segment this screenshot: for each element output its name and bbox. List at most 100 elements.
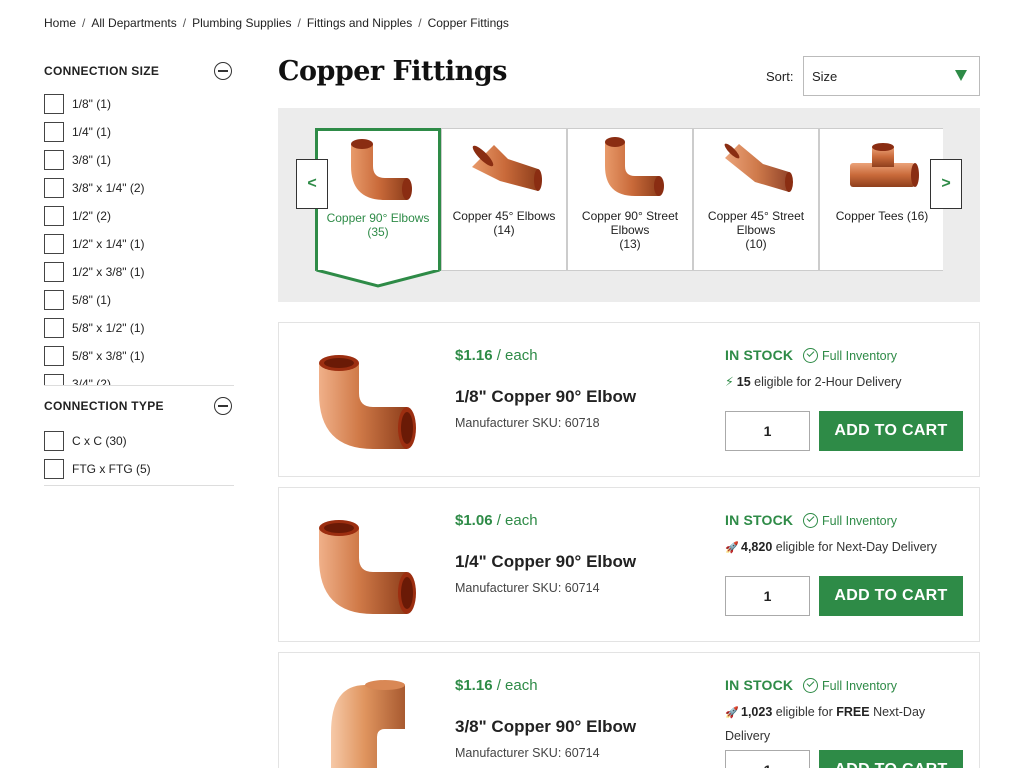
quantity-input[interactable]: 1 bbox=[725, 411, 810, 451]
filter-option[interactable]: 5/8" x 1/2" (1) bbox=[44, 314, 234, 342]
filter-option[interactable]: 3/8" (1) bbox=[44, 146, 234, 174]
checkbox[interactable] bbox=[44, 206, 64, 226]
category-name: Copper 45° Elbows bbox=[452, 209, 556, 223]
product-name[interactable]: 1/4" Copper 90° Elbow bbox=[455, 552, 636, 572]
facet-title: CONNECTION TYPE bbox=[44, 399, 164, 413]
delivery-free: FREE bbox=[836, 705, 870, 719]
connection-type-list: C x C (30) FTG x FTG (5) bbox=[44, 427, 234, 486]
category-strip: Copper 90° Elbows (35) Copper 45° Elbows(… bbox=[315, 128, 943, 273]
filter-option[interactable]: 1/8" (1) bbox=[44, 90, 234, 118]
sort-select[interactable]: Size bbox=[803, 56, 980, 96]
price-value: $1.16 bbox=[455, 677, 493, 694]
checkbox[interactable] bbox=[44, 346, 64, 366]
filter-option-label: 3/4" (2) bbox=[72, 377, 111, 385]
checkbox[interactable] bbox=[44, 459, 64, 479]
inventory-label: Full Inventory bbox=[822, 348, 898, 363]
checkbox[interactable] bbox=[44, 431, 64, 451]
inventory-status: Full Inventory bbox=[803, 678, 897, 693]
filter-option-label: FTG x FTG (5) bbox=[72, 462, 151, 476]
filter-option[interactable]: 1/2" x 3/8" (1) bbox=[44, 258, 234, 286]
filter-option-label: 1/2" x 3/8" (1) bbox=[72, 265, 145, 279]
product-image[interactable] bbox=[309, 502, 419, 622]
add-to-cart-button[interactable]: ADD TO CART bbox=[819, 576, 963, 616]
facet-header-connection-type[interactable]: CONNECTION TYPE bbox=[44, 393, 234, 419]
filter-option[interactable]: 3/4" (2) bbox=[44, 370, 234, 385]
price-unit: / each bbox=[496, 347, 538, 364]
facet-header-connection-size[interactable]: CONNECTION SIZE bbox=[44, 58, 234, 84]
collapse-icon[interactable] bbox=[214, 397, 232, 415]
filter-option-label: 5/8" x 1/2" (1) bbox=[72, 321, 145, 335]
connection-size-list[interactable]: 1/8" (1) 1/4" (1) 3/8" (1) 3/8" x 1/4" (… bbox=[44, 90, 234, 385]
filter-option[interactable]: 3/8" x 1/4" (2) bbox=[44, 174, 234, 202]
product-name[interactable]: 3/8" Copper 90° Elbow bbox=[455, 717, 636, 737]
breadcrumb-fittings-nipples[interactable]: Fittings and Nipples bbox=[307, 16, 412, 30]
delivery-info: 🚀 4,820 eligible for Next-Day Delivery bbox=[725, 536, 965, 560]
quantity-input[interactable]: 1 bbox=[725, 576, 810, 616]
category-card-copper-90-elbows[interactable]: Copper 90° Elbows (35) bbox=[315, 128, 441, 271]
collapse-icon[interactable] bbox=[214, 62, 232, 80]
checkbox[interactable] bbox=[44, 94, 64, 114]
category-label: Copper 90° Elbows (35) bbox=[318, 211, 438, 239]
product-name[interactable]: 1/8" Copper 90° Elbow bbox=[455, 387, 636, 407]
filter-option[interactable]: 1/4" (1) bbox=[44, 118, 234, 146]
checkbox[interactable] bbox=[44, 234, 64, 254]
checkbox[interactable] bbox=[44, 262, 64, 282]
inventory-status: Full Inventory bbox=[803, 513, 897, 528]
carousel-prev-button[interactable]: < bbox=[296, 159, 328, 209]
breadcrumb-separator: / bbox=[182, 16, 187, 30]
lightning-bolt-icon: ⚡ bbox=[725, 375, 734, 389]
product-image[interactable] bbox=[309, 337, 419, 457]
price-unit: / each bbox=[496, 677, 538, 694]
filter-option[interactable]: C x C (30) bbox=[44, 427, 234, 455]
delivery-text: eligible for 2-Hour Delivery bbox=[754, 375, 902, 389]
category-count: (13) bbox=[619, 237, 641, 251]
filter-option[interactable]: FTG x FTG (5) bbox=[44, 455, 234, 483]
filter-option[interactable]: 5/8" (1) bbox=[44, 286, 234, 314]
category-card-copper-tees[interactable]: Copper Tees (16) bbox=[819, 128, 943, 271]
product-price: $1.16 / each bbox=[455, 677, 538, 694]
category-count: (14) bbox=[493, 223, 515, 237]
street-elbow-45-icon bbox=[694, 129, 818, 209]
category-card-copper-45-street-elbows[interactable]: Copper 45° Street Elbows (10) bbox=[693, 128, 819, 271]
product-image[interactable] bbox=[309, 667, 419, 768]
filter-option[interactable]: 5/8" x 3/8" (1) bbox=[44, 342, 234, 370]
price-value: $1.06 bbox=[455, 512, 493, 529]
checkbox[interactable] bbox=[44, 150, 64, 170]
check-circle-icon bbox=[803, 348, 818, 363]
facet-connection-type: CONNECTION TYPE C x C (30) FTG x FTG (5) bbox=[44, 386, 234, 486]
page-title: Copper Fittings bbox=[278, 56, 507, 87]
breadcrumb-home[interactable]: Home bbox=[44, 16, 76, 30]
checkbox[interactable] bbox=[44, 374, 64, 385]
quantity-input[interactable]: 1 bbox=[725, 750, 810, 768]
add-to-cart-button[interactable]: ADD TO CART bbox=[819, 411, 963, 451]
add-to-cart-button[interactable]: ADD TO CART bbox=[819, 750, 963, 768]
checkbox[interactable] bbox=[44, 122, 64, 142]
breadcrumb-copper-fittings[interactable]: Copper Fittings bbox=[428, 16, 509, 30]
carousel-next-button[interactable]: > bbox=[930, 159, 962, 209]
checkbox[interactable] bbox=[44, 290, 64, 310]
tee-icon bbox=[820, 129, 943, 209]
category-name: Copper 90° Street Elbows bbox=[581, 209, 679, 237]
product-sku: Manufacturer SKU: 60718 bbox=[455, 416, 600, 430]
category-name: Copper 90° Elbows bbox=[326, 211, 430, 225]
breadcrumb: Home / All Departments / Plumbing Supplies… bbox=[44, 16, 509, 30]
facet-title: CONNECTION SIZE bbox=[44, 64, 160, 78]
checkbox[interactable] bbox=[44, 318, 64, 338]
checkbox[interactable] bbox=[44, 178, 64, 198]
sort-label: Sort: bbox=[766, 69, 794, 84]
filter-option-label: 1/8" (1) bbox=[72, 97, 111, 111]
price-value: $1.16 bbox=[455, 347, 493, 364]
breadcrumb-plumbing-supplies[interactable]: Plumbing Supplies bbox=[192, 16, 291, 30]
category-card-copper-45-elbows[interactable]: Copper 45° Elbows (14) bbox=[441, 128, 567, 271]
filter-option[interactable]: 1/2" (2) bbox=[44, 202, 234, 230]
category-card-copper-90-street-elbows[interactable]: Copper 90° Street Elbows (13) bbox=[567, 128, 693, 271]
stock-status: IN STOCK bbox=[725, 347, 794, 363]
product-card: $1.16 / each 3/8" Copper 90° Elbow Manuf… bbox=[278, 652, 980, 768]
filter-option-label: 1/4" (1) bbox=[72, 125, 111, 139]
product-card: $1.06 / each 1/4" Copper 90° Elbow Manuf… bbox=[278, 487, 980, 642]
breadcrumb-all-departments[interactable]: All Departments bbox=[91, 16, 176, 30]
category-label: Copper 90° Street Elbows (13) bbox=[568, 209, 692, 251]
category-count: (35) bbox=[367, 225, 389, 239]
filter-option[interactable]: 1/2" x 1/4" (1) bbox=[44, 230, 234, 258]
active-category-pointer bbox=[315, 270, 441, 288]
